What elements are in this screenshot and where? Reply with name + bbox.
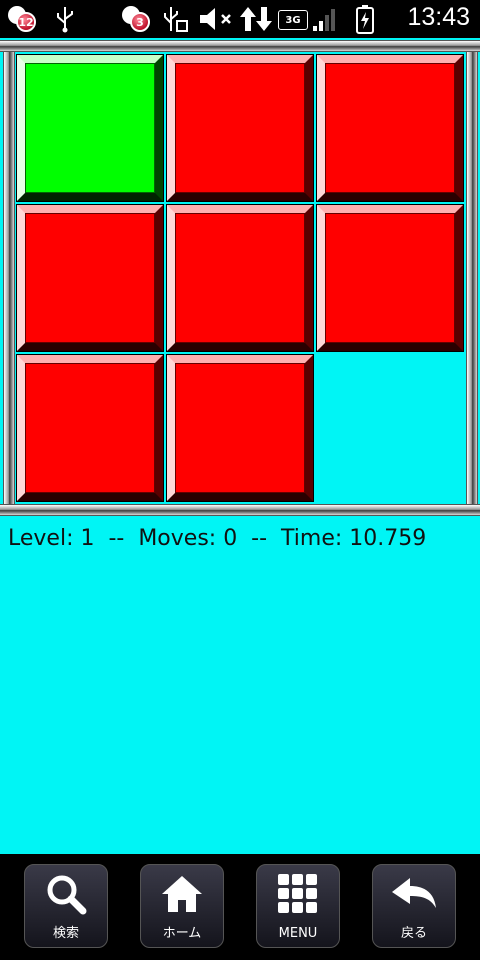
- notification-badge-icon: 3: [120, 4, 152, 34]
- back-label: 戻る: [400, 926, 427, 941]
- game-status-text: Level: 1 -- Moves: 0 -- Time: 10.759: [8, 526, 427, 551]
- status-bar: 12 3 3G 13:43: [0, 0, 480, 38]
- tile-red[interactable]: [316, 54, 464, 202]
- home-button[interactable]: ホーム: [140, 864, 224, 948]
- usb-debug-icon: [160, 4, 190, 34]
- home-label: ホーム: [162, 926, 202, 941]
- board-rail-bottom: [0, 504, 480, 516]
- menu-button[interactable]: MENU: [256, 864, 340, 948]
- back-button[interactable]: 戻る: [372, 864, 456, 948]
- tile-red[interactable]: [16, 354, 164, 502]
- data-arrows-icon: [238, 4, 274, 34]
- mute-icon: [196, 4, 236, 34]
- tile-red[interactable]: [316, 204, 464, 352]
- board-rail-right: [466, 52, 478, 504]
- battery-charging-icon: [352, 4, 378, 34]
- back-arrow-icon: [373, 871, 455, 917]
- grid-menu-icon: [257, 871, 339, 917]
- home-icon: [141, 871, 223, 917]
- board-rail-top: [0, 40, 480, 52]
- tile-green[interactable]: [16, 54, 164, 202]
- search-button[interactable]: 検索: [24, 864, 108, 948]
- tile-red[interactable]: [166, 204, 314, 352]
- usb-icon: [52, 4, 78, 34]
- menu-label: MENU: [278, 926, 318, 941]
- game-board: [0, 40, 480, 518]
- empty-slot[interactable]: [315, 353, 465, 503]
- board-rail-left: [3, 52, 15, 504]
- bottom-nav-bar: 検索 ホーム MENU 戻る: [0, 854, 480, 960]
- signal-icon: [310, 4, 338, 34]
- search-label: 検索: [52, 926, 79, 941]
- notification-badge-icon: 12: [6, 4, 38, 34]
- network-type-icon: 3G: [278, 10, 308, 30]
- tile-red[interactable]: [16, 204, 164, 352]
- search-icon: [25, 871, 107, 917]
- tile-red[interactable]: [166, 354, 314, 502]
- tile-red[interactable]: [166, 54, 314, 202]
- clock: 13:43: [407, 3, 470, 31]
